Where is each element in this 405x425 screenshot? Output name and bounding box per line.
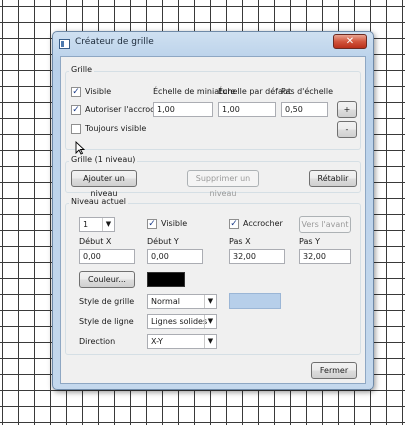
always-visible-checkbox[interactable]: [71, 124, 81, 134]
snap-checkbox[interactable]: ✓: [71, 105, 81, 115]
grid-style-value: Normal: [151, 297, 180, 306]
chevron-down-icon: ▼: [102, 218, 114, 231]
step-x-label: Pas X: [229, 237, 251, 246]
grid-creator-dialog: Créateur de grille ✕ Grille ✓ Visible Éc…: [52, 31, 374, 390]
level-select[interactable]: 1 ▼: [79, 217, 115, 232]
window-icon: [59, 39, 70, 49]
level-snap-checkbox[interactable]: ✓: [229, 219, 239, 229]
level-visible-label: Visible: [161, 219, 188, 228]
current-level-group-label: Niveau actuel: [69, 197, 129, 206]
color-button[interactable]: Couleur...: [79, 271, 135, 288]
bring-forward-button[interactable]: Vers l'avant: [299, 216, 351, 233]
close-dialog-button[interactable]: Fermer: [311, 362, 357, 379]
title-bar[interactable]: Créateur de grille ✕: [53, 32, 373, 56]
visible-checkbox[interactable]: ✓: [71, 87, 81, 97]
scale-step-field[interactable]: 0,50: [281, 102, 328, 117]
grid-style-select[interactable]: Normal ▼: [147, 294, 217, 309]
start-x-field[interactable]: 0,00: [79, 249, 135, 264]
visible-label: Visible: [85, 87, 112, 96]
start-y-label: Début Y: [147, 237, 179, 246]
step-y-label: Pas Y: [299, 237, 320, 246]
scale-step-label: Pas d'échelle: [281, 87, 334, 96]
add-level-button[interactable]: Ajouter un niveau: [71, 170, 137, 198]
remove-level-button[interactable]: Supprimer un niveau: [187, 170, 259, 198]
default-scale-field[interactable]: 1,00: [218, 102, 276, 117]
close-button[interactable]: ✕: [333, 34, 367, 49]
direction-label: Direction: [79, 337, 116, 346]
chevron-down-icon: ▼: [204, 335, 216, 348]
thumb-scale-field[interactable]: 1,00: [153, 102, 213, 117]
direction-value: X-Y: [151, 337, 163, 346]
level-visible-checkbox[interactable]: ✓: [147, 219, 157, 229]
grid-style-preview: [229, 293, 281, 309]
step-x-field[interactable]: 32,00: [229, 249, 285, 264]
direction-select[interactable]: X-Y ▼: [147, 334, 217, 349]
grid-group-label: Grille: [69, 65, 95, 74]
always-visible-label: Toujours visible: [85, 124, 147, 133]
window-title: Créateur de grille: [75, 37, 154, 47]
level-snap-label: Accrocher: [243, 219, 283, 228]
cursor-arrow-icon: [75, 141, 85, 155]
line-style-value: Lignes solides: [151, 317, 208, 326]
reset-button[interactable]: Rétablir: [309, 170, 357, 187]
start-x-label: Début X: [79, 237, 112, 246]
level-select-value: 1: [83, 220, 89, 229]
chevron-down-icon: ▼: [204, 295, 216, 308]
dialog-client-area: Grille ✓ Visible Échelle de miniature Éc…: [60, 56, 366, 384]
scale-plus-button[interactable]: +: [337, 101, 357, 118]
levels-group-label: Grille (1 niveau): [69, 155, 138, 164]
line-style-label: Style de ligne: [79, 317, 134, 326]
scale-minus-button[interactable]: -: [337, 121, 357, 138]
grid-style-label: Style de grille: [79, 297, 135, 306]
step-y-field[interactable]: 32,00: [299, 249, 351, 264]
grid-color-swatch[interactable]: [147, 272, 185, 287]
line-style-select[interactable]: Lignes solides ▼: [147, 314, 217, 329]
start-y-field[interactable]: 0,00: [147, 249, 203, 264]
chevron-down-icon: ▼: [204, 315, 216, 328]
